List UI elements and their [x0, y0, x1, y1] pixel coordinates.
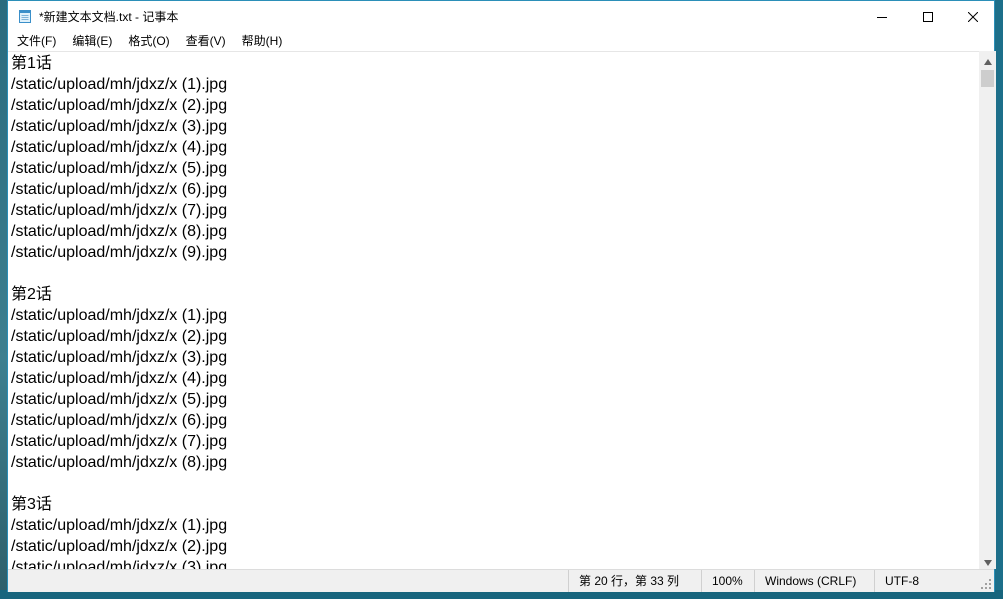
scroll-down-button[interactable] [979, 552, 996, 569]
maximize-icon [923, 7, 933, 26]
text-editor[interactable]: 第1话 /static/upload/mh/jdxz/x (1).jpg /st… [8, 51, 979, 569]
menu-view[interactable]: 查看(V) [180, 31, 232, 51]
text-line: /static/upload/mh/jdxz/x (6).jpg [11, 181, 228, 198]
text-line: /static/upload/mh/jdxz/x (7).jpg [11, 202, 228, 219]
text-line: /static/upload/mh/jdxz/x (1).jpg [11, 76, 228, 93]
text-line: /static/upload/mh/jdxz/x (5).jpg [11, 391, 228, 408]
notepad-icon [17, 8, 33, 24]
text-line: /static/upload/mh/jdxz/x (8).jpg [11, 454, 228, 471]
scroll-thumb[interactable] [981, 70, 994, 87]
chevron-down-icon [983, 551, 992, 570]
chevron-up-icon [983, 50, 992, 69]
window-title: *新建文本文档.txt - 记事本 [39, 10, 179, 24]
text-line [11, 263, 227, 284]
menu-edit[interactable]: 编辑(E) [66, 31, 118, 51]
text-line: /static/upload/mh/jdxz/x (2).jpg [11, 328, 228, 345]
text-line: /static/upload/mh/jdxz/x (4).jpg [11, 139, 228, 156]
cursor-position: 第 20 行，第 33 列 [568, 570, 701, 592]
resize-grip-icon[interactable] [980, 578, 992, 590]
text-line: 第2话 [11, 286, 52, 303]
zoom-level: 100% [701, 570, 754, 592]
text-line: /static/upload/mh/jdxz/x (3).jpg [11, 349, 228, 366]
text-line: /static/upload/mh/jdxz/x (9).jpg [11, 244, 228, 261]
text-line: /static/upload/mh/jdxz/x (3).jpg [11, 118, 228, 135]
status-bar: 第 20 行，第 33 列 100% Windows (CRLF) UTF-8 [8, 569, 994, 592]
menu-bar: 文件(F) 编辑(E) 格式(O) 查看(V) 帮助(H) [8, 31, 994, 51]
encoding: UTF-8 [874, 570, 974, 592]
menu-help[interactable]: 帮助(H) [236, 31, 289, 51]
text-line: 第1话 [11, 55, 52, 72]
close-icon [967, 7, 979, 26]
maximize-button[interactable] [905, 1, 951, 31]
close-button[interactable] [950, 1, 996, 31]
notepad-window: *新建文本文档.txt - 记事本 文件(F) 编辑(E) 格式(O) 查看(V… [7, 0, 996, 592]
text-line: /static/upload/mh/jdxz/x (7).jpg [11, 433, 228, 450]
text-line: /static/upload/mh/jdxz/x (6).jpg [11, 412, 228, 429]
text-line: /static/upload/mh/jdxz/x (3).jpg [11, 559, 228, 569]
menu-file[interactable]: 文件(F) [11, 31, 62, 51]
title-bar[interactable]: *新建文本文档.txt - 记事本 [8, 1, 994, 31]
minimize-button[interactable] [859, 1, 905, 31]
vertical-scrollbar[interactable] [979, 51, 996, 569]
scroll-up-button[interactable] [979, 51, 996, 68]
text-line: /static/upload/mh/jdxz/x (8).jpg [11, 223, 228, 240]
text-line: /static/upload/mh/jdxz/x (4).jpg [11, 370, 228, 387]
text-line: /static/upload/mh/jdxz/x (1).jpg [11, 517, 228, 534]
text-line: /static/upload/mh/jdxz/x (1).jpg [11, 307, 228, 324]
menu-format[interactable]: 格式(O) [122, 31, 175, 51]
editor-content: 第1话 /static/upload/mh/jdxz/x (1).jpg /st… [11, 53, 227, 569]
text-line: /static/upload/mh/jdxz/x (2).jpg [11, 97, 228, 114]
text-line: /static/upload/mh/jdxz/x (2).jpg [11, 538, 228, 555]
text-line: /static/upload/mh/jdxz/x (5).jpg [11, 160, 228, 177]
text-line: 第3话 [11, 496, 52, 513]
line-ending: Windows (CRLF) [754, 570, 874, 592]
minimize-icon [877, 7, 887, 26]
text-line [11, 473, 227, 494]
